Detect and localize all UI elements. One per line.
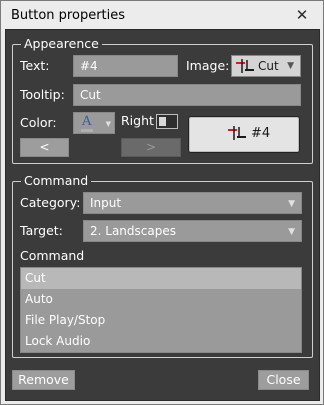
image-dropdown[interactable]: Cut ▼	[231, 55, 301, 77]
command-list-label: Command	[20, 248, 85, 263]
tooltip-label: Tooltip:	[20, 87, 65, 102]
color-label: Color:	[20, 115, 57, 130]
target-dropdown[interactable]: 2. Landscapes ▼	[83, 220, 302, 242]
list-item[interactable]: Cut	[21, 268, 301, 289]
target-label: Target:	[20, 223, 63, 238]
command-legend: Command	[21, 173, 92, 188]
category-dropdown[interactable]: Input ▼	[83, 192, 302, 214]
list-item[interactable]: Lock Audio	[21, 331, 301, 352]
color-swatch	[81, 129, 93, 132]
dialog-body: Appearence Text: #4 Image: Cut ▼ Tooltip…	[5, 29, 320, 401]
category-label: Category:	[20, 195, 81, 210]
appearance-group: Appearence Text: #4 Image: Cut ▼ Tooltip…	[12, 36, 313, 164]
preview-label: #4	[251, 126, 271, 141]
chevron-down-icon: ▼	[287, 61, 294, 71]
image-value: Cut	[258, 59, 279, 73]
next-button[interactable]: >	[121, 138, 181, 157]
close-icon[interactable]: ✕	[293, 6, 311, 24]
category-value: Input	[90, 196, 122, 210]
cut-icon	[228, 126, 246, 140]
cut-icon	[236, 59, 254, 73]
chevron-down-icon: ▼	[105, 120, 111, 128]
title-bar[interactable]: Button properties ✕	[1, 1, 323, 31]
text-input[interactable]: #4	[73, 55, 178, 77]
remove-button[interactable]: Remove	[12, 370, 75, 390]
window-title: Button properties	[11, 8, 126, 23]
target-value: 2. Landscapes	[90, 224, 176, 238]
chevron-down-icon: ▼	[288, 227, 295, 237]
previous-button[interactable]: <	[20, 138, 69, 157]
dialog-window: Button properties ✕ Appearence Text: #4 …	[0, 0, 324, 405]
list-item[interactable]: File Play/Stop	[21, 310, 301, 331]
tooltip-input[interactable]: Cut	[73, 84, 301, 106]
right-label: Right	[121, 113, 154, 128]
color-picker[interactable]: A ▼	[73, 112, 115, 134]
command-group: Command Category: Input ▼ Target: 2. Lan…	[12, 173, 313, 358]
toggle-knob	[159, 117, 166, 126]
right-toggle[interactable]	[156, 114, 178, 129]
list-item[interactable]: Auto	[21, 289, 301, 310]
image-label: Image:	[186, 58, 230, 73]
close-button[interactable]: Close	[258, 370, 309, 390]
chevron-down-icon: ▼	[288, 199, 295, 209]
button-preview[interactable]: #4	[188, 116, 300, 153]
command-list[interactable]: Cut Auto File Play/Stop Lock Audio	[20, 267, 302, 353]
text-label: Text:	[20, 58, 50, 73]
appearance-legend: Appearence	[21, 36, 102, 51]
